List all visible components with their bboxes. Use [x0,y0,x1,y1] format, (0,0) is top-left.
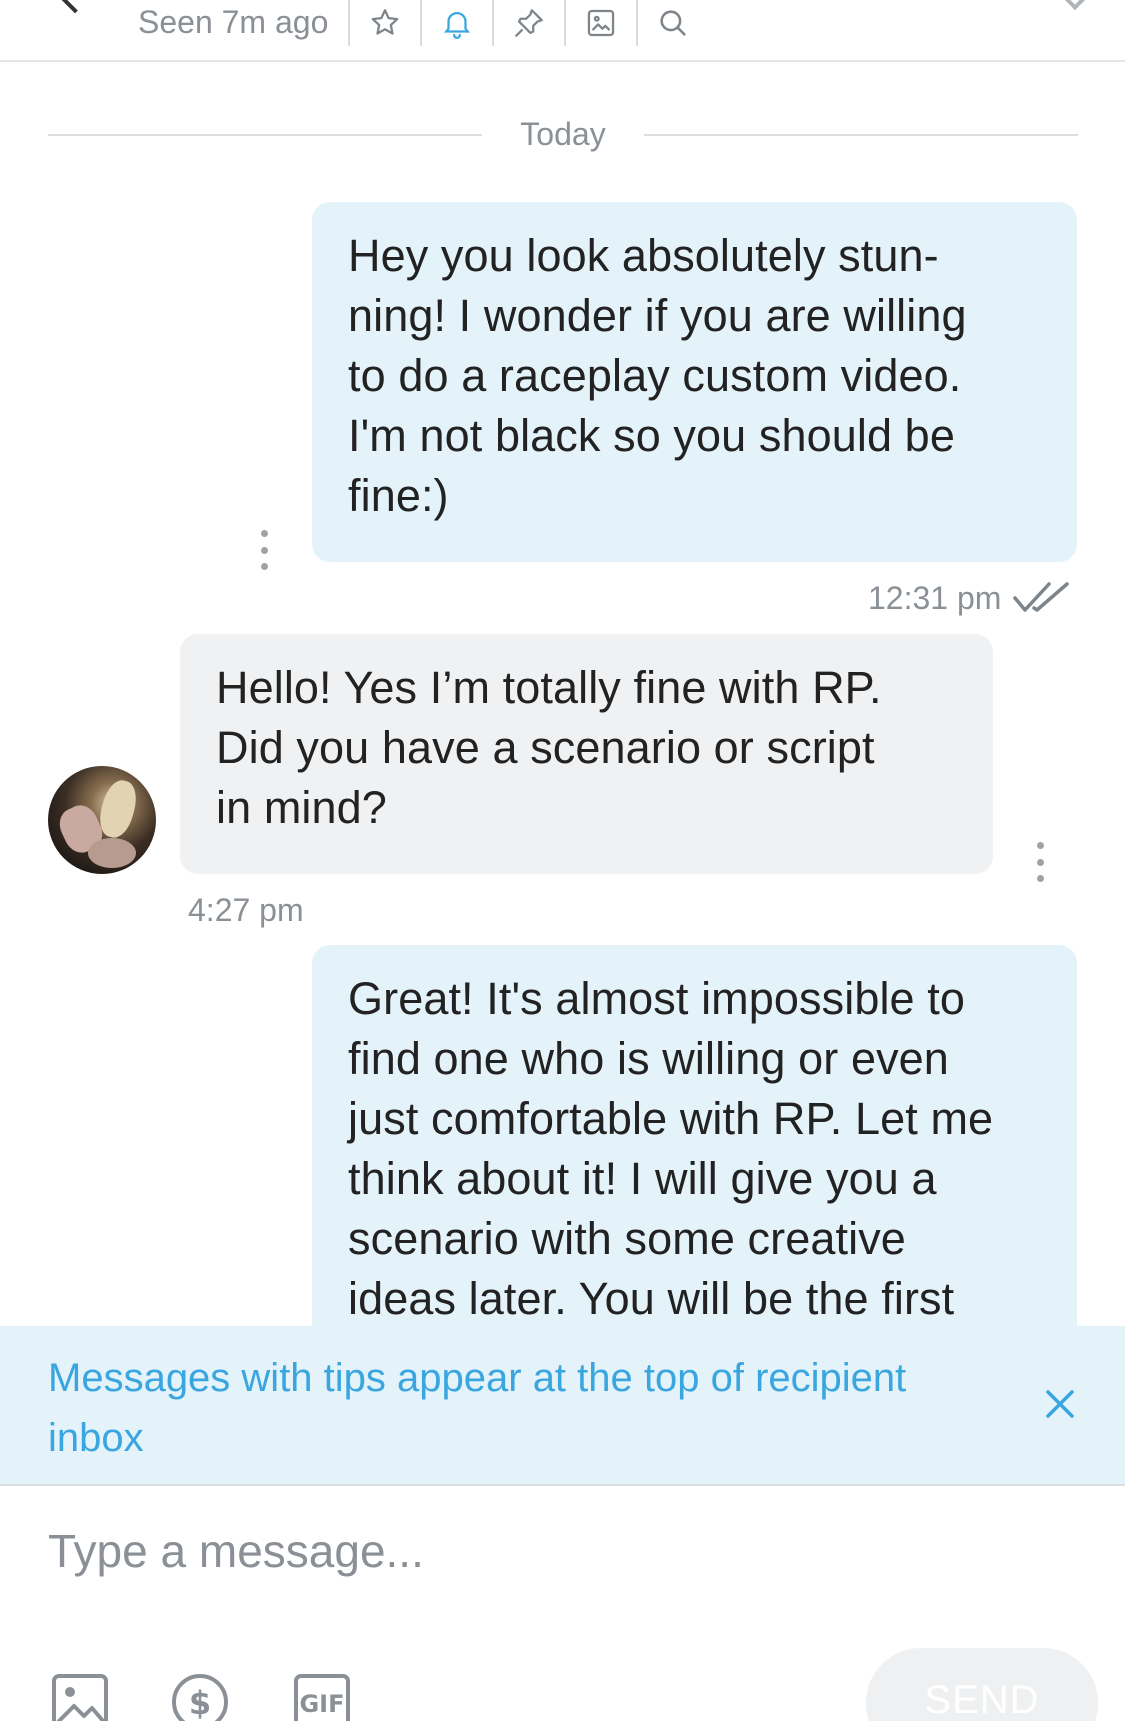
message-line: Hello! Yes I’m totally fine with RP. [216,662,882,713]
date-divider: Today [48,112,1078,156]
outgoing-message[interactable]: Hey you look absolutely stun- ning! I wo… [312,202,1077,562]
message-time: 4:27 pm [188,892,304,928]
header-actions [348,0,708,46]
message-line: ideas later. You will be the first [348,1273,955,1324]
pin-icon[interactable] [492,0,564,46]
message-line: in mind? [216,782,387,833]
chevron-down-icon[interactable] [1060,0,1090,11]
divider-line [644,134,1078,136]
close-icon[interactable] [1040,1384,1080,1424]
chat-header: Seen 7m ago [0,0,1125,62]
message-line: find one who is willing or even [348,1033,949,1084]
message-line: Hey you look absolutely stun- [348,230,939,281]
svg-text:$: $ [189,1684,211,1721]
message-line: Did you have a scenario or script [216,722,875,773]
read-receipt-icon [1013,582,1069,612]
message-line: fine:) [348,470,449,521]
message-time: 12:31 pm [868,580,1002,616]
banner-line: inbox [48,1416,144,1460]
message-line: scenario with some creative [348,1213,906,1264]
image-icon[interactable] [50,1672,110,1721]
message-options-icon[interactable] [1032,842,1048,882]
avatar[interactable] [48,766,156,874]
send-button[interactable]: SEND [866,1648,1098,1721]
message-line: think about it! I will give you a [348,1153,937,1204]
incoming-message[interactable]: Hello! Yes I’m totally fine with RP. Did… [180,634,993,874]
bell-icon[interactable] [420,0,492,46]
send-label: SEND [924,1678,1040,1721]
seen-status: Seen 7m ago [138,4,329,40]
composer-divider [0,1484,1125,1486]
svg-text:GIF: GIF [299,1690,344,1718]
chat-screen: Seen 7m ago Today Hey you look absolutel… [0,0,1125,1721]
message-line: just comfortable with RP. Let me [348,1093,994,1144]
outgoing-message[interactable]: Great! It's almost impossible to find on… [312,945,1077,1385]
image-icon[interactable] [564,0,636,46]
tips-info-banner: Messages with tips appear at the top of … [0,1326,1125,1484]
message-input[interactable] [48,1518,1048,1584]
banner-line: Messages with tips appear at the top of … [48,1356,907,1400]
gif-icon[interactable]: GIF [292,1672,352,1721]
dollar-icon[interactable]: $ [170,1672,230,1721]
message-line: ning! I wonder if you are willing [348,290,967,341]
message-line: Great! It's almost impossible to [348,973,966,1024]
message-options-icon[interactable] [256,530,272,570]
message-line: to do a raceplay custom video. [348,350,962,401]
search-icon[interactable] [636,0,708,46]
star-icon[interactable] [348,0,420,46]
banner-text: Messages with tips appear at the top of … [48,1348,1008,1468]
message-line: I'm not black so you should be [348,410,955,461]
back-arrow-icon[interactable] [56,0,94,14]
